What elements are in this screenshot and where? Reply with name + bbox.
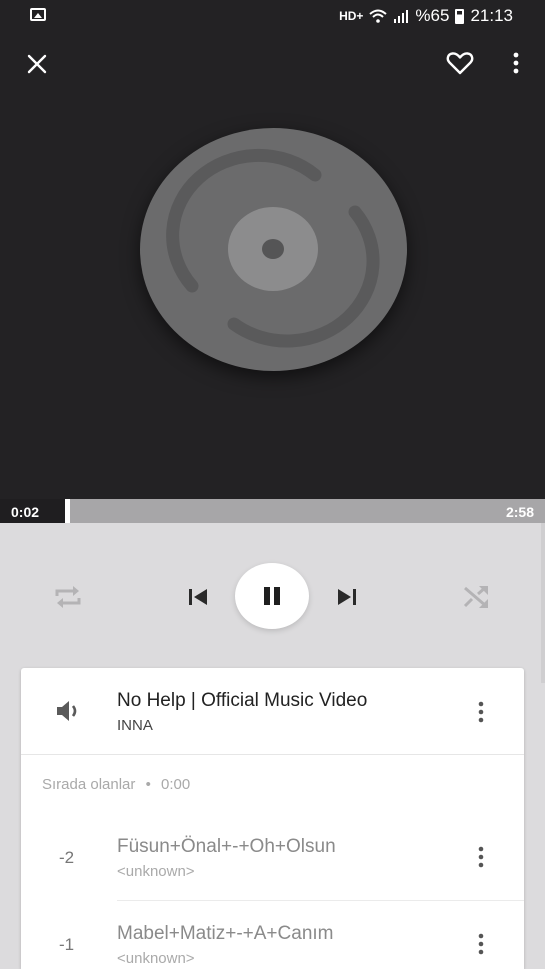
previous-button[interactable] <box>181 581 215 613</box>
skip-previous-icon <box>189 589 207 605</box>
queue-total-time: 0:00 <box>161 776 191 793</box>
queue-card: No Help | Official Music Video INNA Sıra… <box>21 668 524 969</box>
more-vert-icon <box>513 52 519 74</box>
music-disc-icon <box>166 148 380 348</box>
network-type: HD+ <box>339 9 364 23</box>
queue-separator: • <box>145 776 151 793</box>
queue-label: Sırada olanlar <box>42 776 136 793</box>
volume-icon <box>57 701 77 721</box>
queue-item-menu-button[interactable] <box>469 842 493 872</box>
queue-item-position: -2 <box>59 848 75 867</box>
queue-item-artist: <unknown> <box>117 863 195 880</box>
now-playing-title: No Help | Official Music Video <box>117 690 368 711</box>
more-options-button[interactable] <box>502 48 530 78</box>
volume-indicator <box>53 696 85 726</box>
now-playing-row[interactable]: No Help | Official Music Video INNA <box>21 668 524 755</box>
battery-percent: %65 <box>415 6 450 25</box>
pause-icon <box>264 587 280 605</box>
more-vert-icon <box>478 933 484 955</box>
queue-item[interactable]: -2 Füsun+Önal+-+Oh+Olsun <unknown> <box>21 814 524 900</box>
next-button[interactable] <box>330 581 364 613</box>
queue-item-position: -1 <box>59 935 75 954</box>
shuffle-button[interactable] <box>456 579 496 615</box>
close-button[interactable] <box>22 49 52 79</box>
status-bar: HD+ %65 21:13 <box>0 0 545 32</box>
wifi-icon <box>369 9 388 23</box>
heart-outline-icon <box>446 52 474 75</box>
total-duration: 2:58 <box>505 504 534 520</box>
more-vert-icon <box>478 846 484 868</box>
queue-item[interactable]: -1 Mabel+Matiz+-+A+Canım <unknown> <box>21 901 524 969</box>
playback-controls <box>0 523 545 668</box>
clock: 21:13 <box>470 6 513 25</box>
close-icon <box>27 54 47 74</box>
now-playing-artist: INNA <box>117 717 153 734</box>
pause-button[interactable] <box>235 563 309 629</box>
skip-next-icon <box>338 589 356 605</box>
signal-icon <box>394 10 409 23</box>
now-playing-menu-button[interactable] <box>469 697 493 727</box>
player-header: HD+ %65 21:13 <box>0 0 545 499</box>
gallery-notification-icon <box>30 8 46 21</box>
seek-bar[interactable]: 0:02 2:58 <box>0 499 545 523</box>
queue-item-artist: <unknown> <box>117 950 195 967</box>
more-vert-icon <box>478 701 484 723</box>
album-art-placeholder <box>140 128 407 371</box>
repeat-icon <box>55 586 81 608</box>
queue-item-menu-button[interactable] <box>469 929 493 959</box>
repeat-button[interactable] <box>48 579 88 615</box>
battery-icon <box>455 8 465 24</box>
queue-item-title: Füsun+Önal+-+Oh+Olsun <box>117 836 336 857</box>
queue-header: Sırada olanlar • 0:00 <box>42 776 190 793</box>
elapsed-time: 0:02 <box>11 504 40 520</box>
shuffle-icon <box>463 585 488 608</box>
queue-item-title: Mabel+Matiz+-+A+Canım <box>117 923 334 944</box>
favorite-button[interactable] <box>443 47 477 79</box>
seek-bar-thumb[interactable] <box>65 499 70 523</box>
